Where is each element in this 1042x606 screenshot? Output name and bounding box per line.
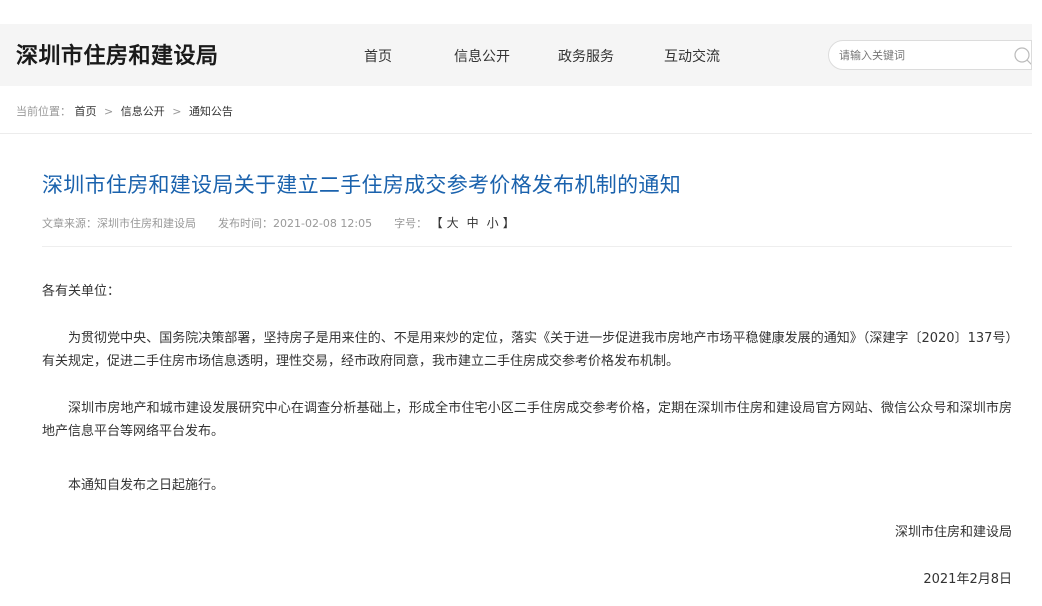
breadcrumb-info-disclosure[interactable]: 信息公开: [121, 105, 165, 118]
breadcrumb-prefix: 当前位置：: [16, 105, 71, 118]
search-icon[interactable]: [1013, 46, 1032, 68]
nav-interaction[interactable]: 互动交流: [664, 46, 720, 66]
font-size-label: 字号：: [394, 217, 428, 230]
breadcrumb-separator: >: [104, 105, 114, 118]
article-paragraph: 本通知自发布之日起施行。: [68, 478, 225, 493]
font-size-small-button[interactable]: 小: [487, 216, 499, 230]
site-logo[interactable]: 深圳市住房和建设局: [16, 38, 219, 70]
font-size-large-button[interactable]: 大: [447, 216, 459, 230]
article-salutation: 各有关单位：: [42, 284, 121, 299]
font-size-bracket-open: 【: [430, 216, 443, 230]
font-size-medium-button[interactable]: 中: [467, 216, 479, 230]
site-header: 深圳市住房和建设局 首页 信息公开 政务服务 互动交流: [0, 24, 1032, 86]
article-paragraph: 为贯彻党中央、国务院决策部署，坚持房子是用来住的、不是用来炒的定位，落实《关于进…: [42, 331, 1012, 369]
breadcrumb-home[interactable]: 首页: [75, 105, 97, 118]
article-publish-time: 发布时间：2021-02-08 12:05: [218, 217, 373, 230]
search-box: [828, 40, 1032, 70]
article-paragraph: 深圳市房地产和城市建设发展研究中心在调查分析基础上，形成全市住宅小区二手住房成交…: [42, 401, 1012, 439]
breadcrumb: 当前位置： 首页 > 信息公开 > 通知公告: [16, 103, 233, 119]
nav-gov-services[interactable]: 政务服务: [558, 46, 614, 66]
article-signature: 深圳市住房和建设局: [894, 525, 1012, 540]
nav-info-disclosure[interactable]: 信息公开: [454, 46, 510, 66]
article-meta: 文章来源：深圳市住房和建设局 发布时间：2021-02-08 12:05 字号： 【…: [42, 214, 515, 231]
breadcrumb-notices[interactable]: 通知公告: [189, 105, 233, 118]
article-source: 文章来源：深圳市住房和建设局: [42, 217, 196, 230]
breadcrumb-separator: >: [172, 105, 182, 118]
breadcrumb-divider: [0, 133, 1032, 134]
search-input[interactable]: [839, 47, 999, 63]
meta-divider: [42, 246, 1012, 247]
article-date: 2021年2月8日: [923, 572, 1012, 587]
nav-home[interactable]: 首页: [364, 46, 392, 66]
article-title: 深圳市住房和建设局关于建立二手住房成交参考价格发布机制的通知: [42, 173, 681, 197]
font-size-bracket-close: 】: [502, 216, 515, 230]
